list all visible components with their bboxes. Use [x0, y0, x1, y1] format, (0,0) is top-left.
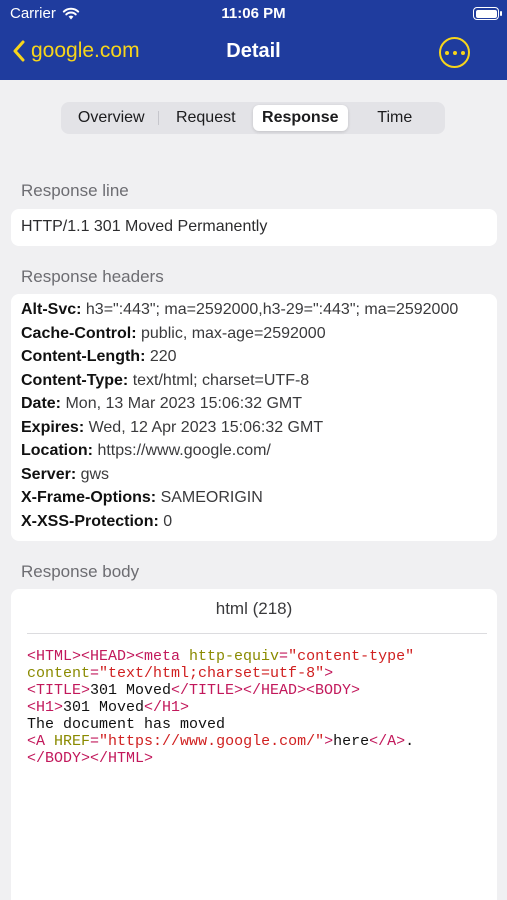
header-key: Date: — [21, 395, 62, 412]
page-title: Detail — [226, 40, 281, 62]
header-value: gws — [76, 465, 110, 483]
response-body-card: html (218) <HTML><HEAD><meta http-equiv=… — [11, 589, 497, 900]
header-key: Expires: — [21, 418, 85, 436]
header-key: X-XSS-Protection: — [21, 512, 159, 530]
header-row: Date: Mon, 13 Mar 2023 15:06:32 GMT — [21, 395, 487, 419]
code-token: <H1> — [27, 699, 64, 716]
segmented-control: Overview Request Response Time — [61, 102, 445, 134]
code-line: <H1>301 Moved</H1> — [27, 699, 481, 716]
header-key: Location: — [21, 442, 93, 459]
code-token: "content-type" — [288, 648, 415, 665]
header-value: Mon, 13 Mar 2023 15:06:32 GMT — [61, 395, 303, 412]
top-bar: Carrier 11:06 PM google.com Detail — [0, 0, 507, 80]
code-token: </TITLE></HEAD><BODY> — [171, 682, 361, 699]
code-line: </BODY></HTML> — [27, 750, 481, 767]
code-token: <HTML><HEAD><meta — [27, 648, 190, 665]
navigation-bar: google.com Detail — [0, 28, 507, 80]
code-token: > — [324, 733, 334, 750]
header-key: Server: — [21, 465, 77, 483]
code-token: = — [90, 733, 100, 750]
header-value: 0 — [158, 512, 173, 530]
header-row: Content-Length: 220 — [21, 348, 487, 372]
response-line-card: HTTP/1.1 301 Moved Permanently — [11, 209, 497, 246]
code-token: 301 Moved — [90, 682, 172, 699]
header-row: Alt-Svc: h3=":443"; ma=2592000,h3-29=":4… — [21, 301, 487, 325]
body-format-label: html (218) — [215, 599, 293, 618]
code-token: "text/html;charset=utf-8" — [99, 665, 325, 682]
header-row: Server: gws — [21, 466, 487, 490]
code-token: HREF — [54, 733, 91, 750]
response-body-heading: Response body — [21, 562, 140, 581]
header-value: 220 — [145, 348, 177, 365]
header-value: SAMEORIGIN — [156, 489, 263, 506]
code-token: <A — [27, 733, 55, 750]
battery-icon — [473, 7, 502, 20]
code-token: "https://www.google.com/" — [99, 733, 325, 750]
code-token: here — [333, 733, 370, 750]
code-token: 301 Moved — [63, 699, 145, 716]
response-headers-card: Alt-Svc: h3=":443"; ma=2592000,h3-29=":4… — [11, 294, 497, 541]
code-token: <TITLE> — [27, 682, 91, 699]
code-token: . — [405, 733, 415, 750]
response-line-heading: Response line — [21, 181, 129, 200]
code-token: content — [27, 665, 91, 682]
header-value: https://www.google.com/ — [93, 442, 271, 459]
header-row: Cache-Control: public, max-age=2592000 — [21, 325, 487, 349]
tab-time[interactable]: Time — [348, 105, 443, 131]
code-line: The document has moved — [27, 716, 481, 733]
code-token: = — [90, 665, 100, 682]
response-line-value: HTTP/1.1 301 Moved Permanently — [21, 218, 268, 235]
header-row: X-Frame-Options: SAMEORIGIN — [21, 489, 487, 513]
headers-list: Alt-Svc: h3=":443"; ma=2592000,h3-29=":4… — [11, 294, 497, 543]
header-row: Location: https://www.google.com/ — [21, 442, 487, 466]
header-key: Alt-Svc: — [21, 301, 82, 318]
header-row: Content-Type: text/html; charset=UTF-8 — [21, 372, 487, 396]
header-value: text/html; charset=UTF-8 — [128, 371, 310, 389]
status-bar: Carrier 11:06 PM — [0, 0, 507, 28]
tab-request[interactable]: Request — [159, 105, 254, 131]
code-token: = — [279, 648, 289, 665]
code-line: <TITLE>301 Moved</TITLE></HEAD><BODY> — [27, 682, 481, 699]
code-token: http-equiv — [189, 648, 280, 665]
code-token: > — [324, 665, 334, 682]
header-row: Expires: Wed, 12 Apr 2023 15:06:32 GMT — [21, 419, 487, 443]
status-time: 11:06 PM — [221, 5, 286, 22]
header-value: h3=":443"; ma=2592000,h3-29=":443"; ma=2… — [81, 301, 459, 318]
response-headers-heading: Response headers — [21, 267, 164, 286]
code-token: </A> — [369, 733, 406, 750]
code-token: The document has moved — [27, 716, 226, 733]
code-block: <HTML><HEAD><meta http-equiv="content-ty… — [11, 634, 497, 781]
code-line: <HTML><HEAD><meta http-equiv="content-ty… — [27, 648, 481, 665]
header-value: Wed, 12 Apr 2023 15:06:32 GMT — [84, 418, 324, 436]
more-ellipsis-icon[interactable] — [439, 37, 470, 68]
tab-overview[interactable]: Overview — [64, 105, 159, 131]
header-row: X-XSS-Protection: 0 — [21, 513, 487, 537]
code-token: </H1> — [144, 699, 190, 716]
tab-response[interactable]: Response — [253, 105, 348, 131]
code-line: <A HREF="https://www.google.com/">here</… — [27, 733, 481, 750]
header-key: Content-Length: — [21, 348, 146, 365]
code-token: </BODY></HTML> — [27, 750, 154, 767]
code-line: content="text/html;charset=utf-8"> — [27, 665, 481, 682]
header-key: Content-Type: — [21, 371, 129, 389]
header-value: public, max-age=2592000 — [136, 324, 326, 342]
header-key: Cache-Control: — [21, 324, 137, 342]
header-key: X-Frame-Options: — [21, 489, 157, 506]
